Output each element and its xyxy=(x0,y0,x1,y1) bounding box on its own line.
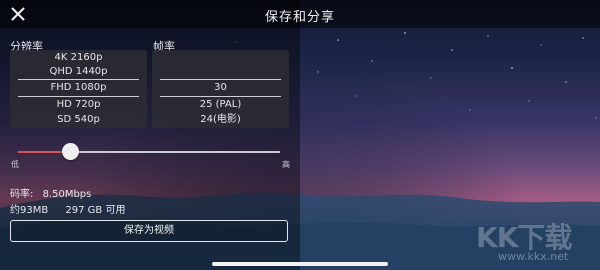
bitrate-value: 8.50Mbps xyxy=(42,189,92,200)
resolution-option-sd[interactable]: SD 540p xyxy=(10,112,147,128)
storage-available: 297 GB 可用 xyxy=(65,205,126,216)
framerate-picker[interactable]: 30 25 (PAL) 24(电影) xyxy=(152,50,289,128)
slider-track-inactive xyxy=(70,151,280,153)
quality-slider-thumb[interactable] xyxy=(62,143,79,160)
resolution-option-fhd[interactable]: FHD 1080p xyxy=(10,80,147,96)
resolution-option-qhd[interactable]: QHD 1440p xyxy=(10,64,147,80)
resolution-option-hd[interactable]: HD 720p xyxy=(10,97,147,113)
watermark-url: www.kkx.net xyxy=(498,250,569,263)
save-as-video-button[interactable]: 保存为视频 xyxy=(10,220,288,242)
bitrate-info: 码率: 8.50Mbps xyxy=(10,185,91,200)
size-info: 约93MB 297 GB 可用 xyxy=(10,201,125,216)
framerate-option-25[interactable]: 25 (PAL) xyxy=(152,97,289,113)
page-title: 保存和分享 xyxy=(264,10,335,25)
size-estimate: 约93MB xyxy=(10,205,49,216)
slider-high-label: 高 xyxy=(282,160,290,169)
top-bar: 保存和分享 xyxy=(0,0,600,28)
framerate-option-24[interactable]: 24(电影) xyxy=(152,112,289,128)
slider-low-label: 低 xyxy=(11,160,19,169)
framerate-option-empty-2[interactable] xyxy=(152,64,289,80)
framerate-option-30[interactable]: 30 xyxy=(152,80,289,96)
home-indicator xyxy=(212,262,388,266)
resolution-picker[interactable]: 4K 2160p QHD 1440p FHD 1080p HD 720p SD … xyxy=(10,50,147,128)
bitrate-label: 码率: xyxy=(10,189,34,200)
